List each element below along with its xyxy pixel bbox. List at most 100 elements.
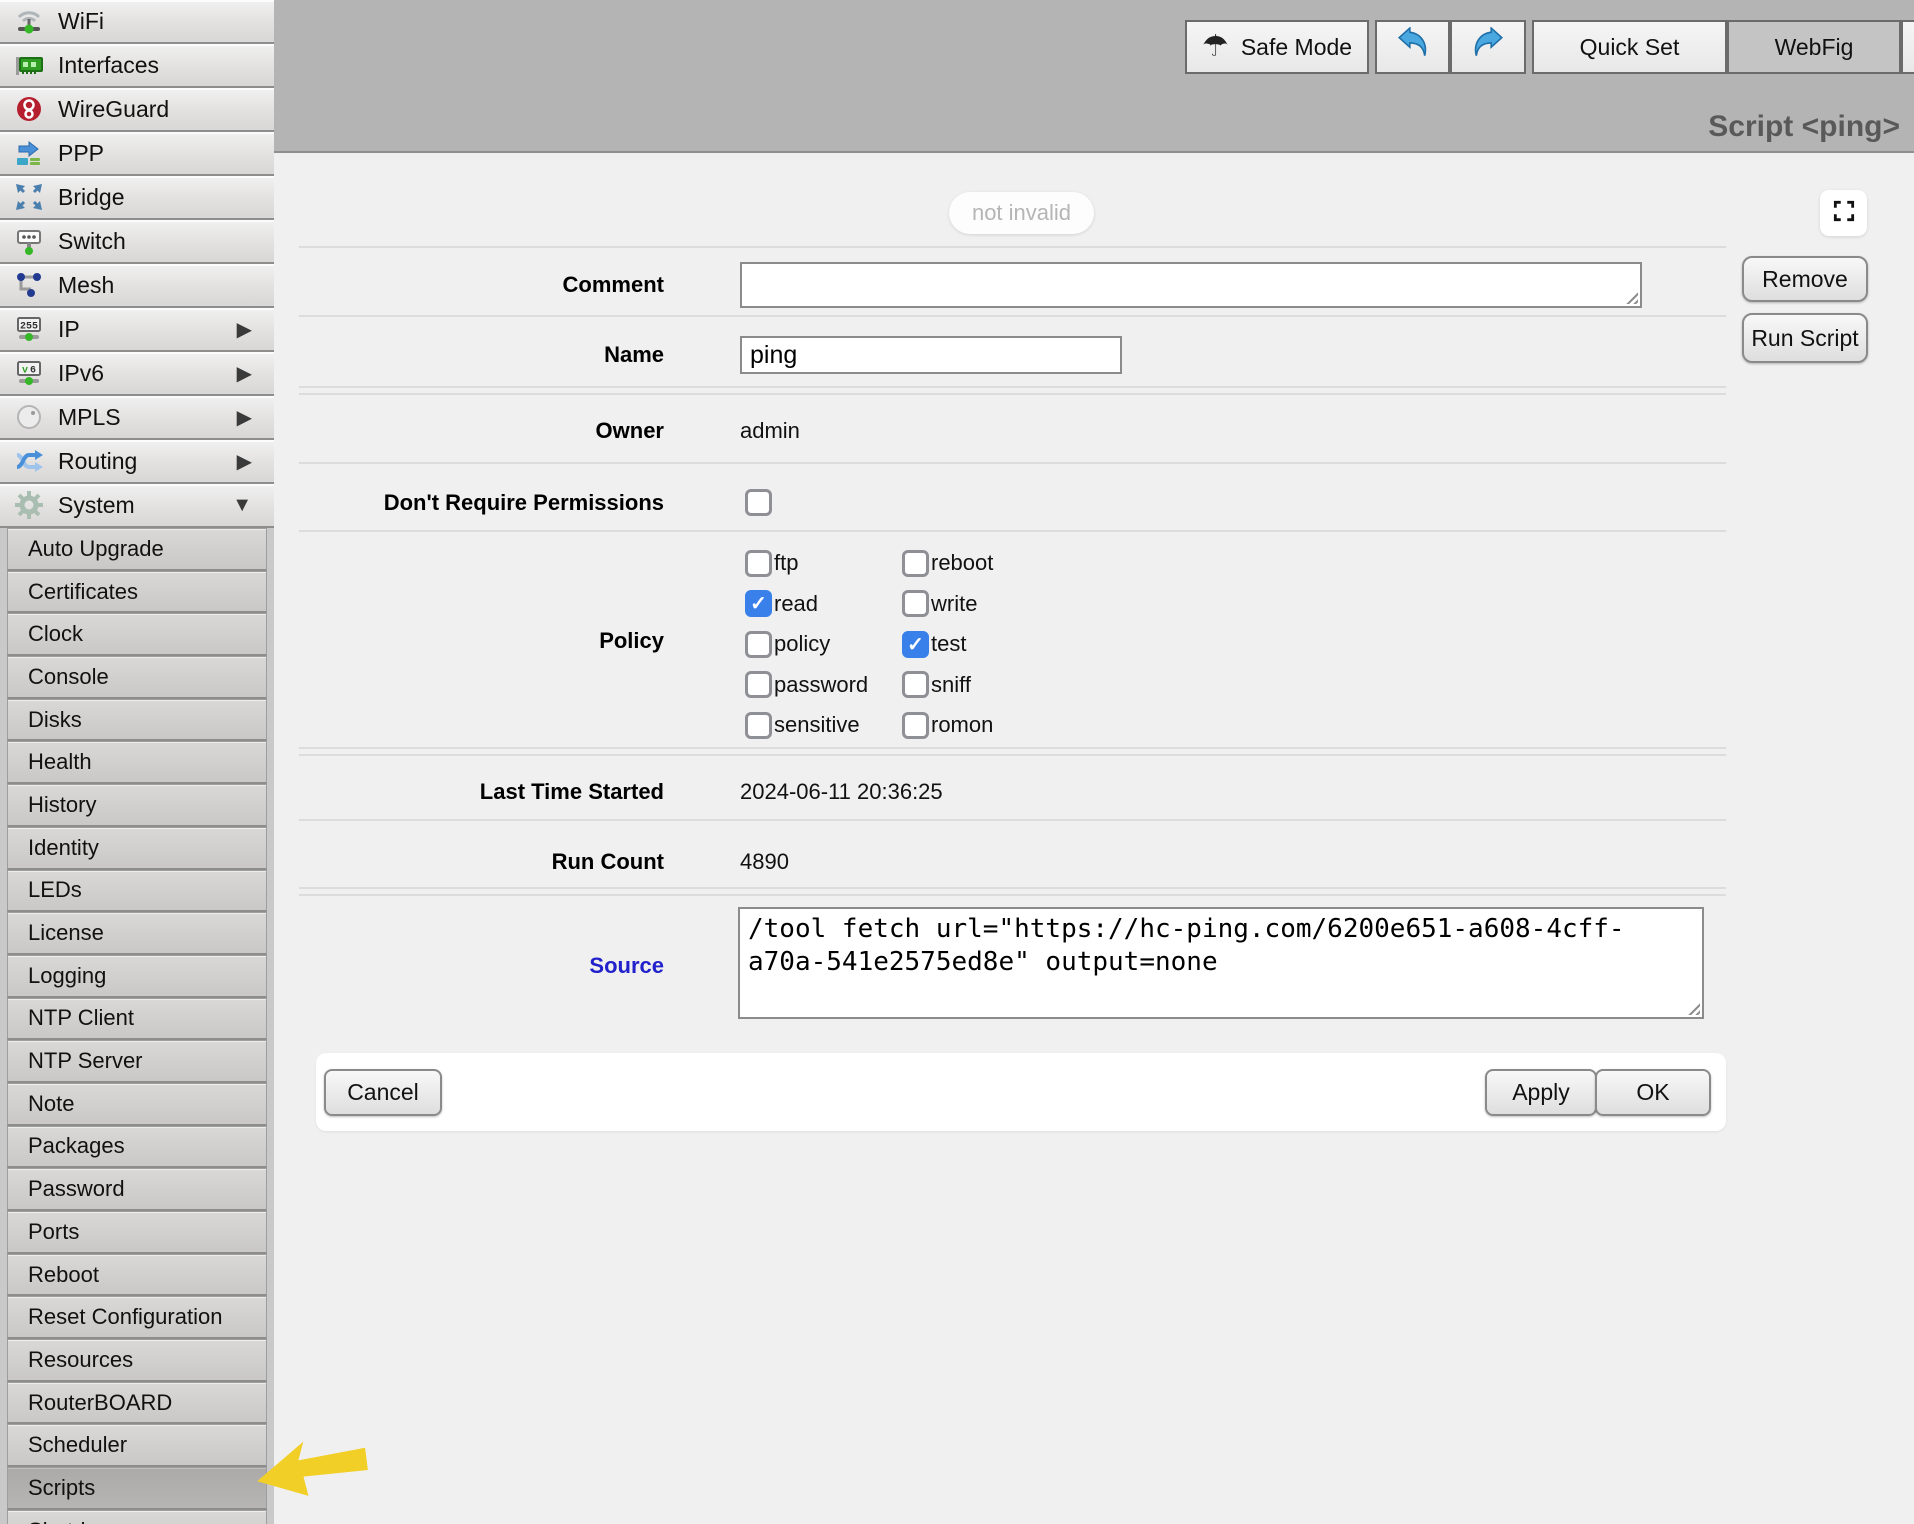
source-label[interactable]: Source [299,953,664,979]
fullscreen-button[interactable] [1820,190,1867,236]
policy-checkbox-romon[interactable] [902,712,929,739]
cancel-button[interactable]: Cancel [324,1069,442,1116]
policy-checkbox-policy[interactable] [745,631,772,658]
policy-option-sniff[interactable]: sniff [902,665,993,706]
sidebar-item-label: Routing [58,448,137,475]
sidebar-subitem-label: Health [28,749,92,775]
sidebar-subitem-label: Reset Configuration [28,1304,222,1330]
name-input[interactable] [740,336,1122,374]
sidebar-subitem-disks[interactable]: Disks [7,699,267,742]
policy-option-reboot[interactable]: reboot [902,543,993,584]
ok-button[interactable]: OK [1595,1069,1711,1116]
sidebar-subitem-label: NTP Client [28,1005,134,1031]
sidebar-subitem-label: Packages [28,1133,125,1159]
sidebar-system-submenu: Auto UpgradeCertificatesClockConsoleDisk… [0,528,274,1524]
sidebar-subitem-certificates[interactable]: Certificates [7,571,267,614]
policy-checkbox-sniff[interactable] [902,671,929,698]
sidebar-subitem-resources[interactable]: Resources [7,1339,267,1382]
policy-option-ftp[interactable]: ftp [745,543,902,584]
sidebar-item-mpls[interactable]: MPLS▶ [0,396,274,440]
run-script-button[interactable]: Run Script [1742,313,1868,363]
sidebar-subitem-logging[interactable]: Logging [7,955,267,998]
status-badge: not invalid [949,192,1094,234]
safe-mode-label: Safe Mode [1241,34,1352,61]
policy-checkbox-read[interactable]: ✓ [745,590,772,617]
policy-option-romon[interactable]: romon [902,705,993,746]
sidebar-subitem-label: LEDs [28,877,82,903]
sidebar-item-wifi[interactable]: WiFi [0,0,274,44]
policy-checkbox-test[interactable]: ✓ [902,631,929,658]
policy-option-test[interactable]: ✓test [902,624,993,665]
policy-option-password[interactable]: password [745,665,902,706]
owner-label: Owner [299,418,664,444]
umbrella-icon: ☂ [1202,32,1229,62]
sidebar-subitem-reset-configuration[interactable]: Reset Configuration [7,1296,267,1339]
dont-require-permissions-checkbox[interactable] [745,489,772,516]
webfig-tab-button[interactable]: WebFig [1727,20,1901,74]
sidebar-subitem-password[interactable]: Password [7,1168,267,1211]
undo-button[interactable] [1375,20,1450,74]
policy-option-policy[interactable]: policy [745,624,902,665]
run-count-label: Run Count [299,849,664,875]
policy-checkbox-write[interactable] [902,590,929,617]
sidebar-subitem-ports[interactable]: Ports [7,1211,267,1254]
sidebar-item-interfaces[interactable]: Interfaces [0,44,274,88]
sidebar-item-label: IP [58,316,80,343]
safe-mode-button[interactable]: ☂ Safe Mode [1185,20,1369,74]
sidebar-subitem-note[interactable]: Note [7,1083,267,1126]
sidebar-subitem-console[interactable]: Console [7,656,267,699]
sidebar-item-label: PPP [58,140,104,167]
sidebar-subitem-ntp-server[interactable]: NTP Server [7,1040,267,1083]
terminal-tab-button[interactable]: Terminal [1901,20,1914,74]
sidebar-item-wireguard[interactable]: WireGuard [0,88,274,132]
sidebar-subitem-scripts[interactable]: Scripts [7,1467,267,1510]
policy-checkbox-reboot[interactable] [902,550,929,577]
sidebar-subitem-reboot[interactable]: Reboot [7,1254,267,1297]
policy-option-write[interactable]: write [902,584,993,625]
sidebar-subitem-routerboard[interactable]: RouterBOARD [7,1382,267,1425]
sidebar-subitem-label: History [28,792,96,818]
policy-option-read[interactable]: ✓read [745,584,902,625]
apply-button[interactable]: Apply [1485,1069,1597,1116]
sidebar-subitem-health[interactable]: Health [7,741,267,784]
sidebar-item-routing[interactable]: Routing▶ [0,440,274,484]
policy-checkbox-sensitive[interactable] [745,712,772,739]
sidebar-item-bridge[interactable]: Bridge [0,176,274,220]
run-count-value: 4890 [740,849,789,875]
policy-option-sensitive[interactable]: sensitive [745,705,902,746]
routing-icon [12,444,46,478]
sidebar-subitem-leds[interactable]: LEDs [7,870,267,913]
redo-button[interactable] [1450,20,1526,74]
undo-arrow-icon [1396,27,1430,67]
policy-checkbox-label: romon [931,712,993,738]
sidebar-top-menu: WiFiInterfacesWireGuard PPP BridgeSwitchMe… [0,0,274,528]
sidebar-item-label: MPLS [58,404,121,431]
policy-grid: ftpreboot✓readwritepolicy✓testpasswordsn… [745,543,993,746]
sidebar-item-system[interactable]: System▼ [0,484,274,528]
sidebar-subitem-packages[interactable]: Packages [7,1126,267,1169]
policy-checkbox-ftp[interactable] [745,550,772,577]
sidebar-item-ppp[interactable]: PPP [0,132,274,176]
sidebar-subitem-shutdown[interactable]: Shutdown [7,1510,267,1524]
sidebar-subitem-license[interactable]: License [7,912,267,955]
separator-double [299,887,1726,896]
top-header-band: ☂ Safe Mode Quick Set WebFig Terminal Sc… [274,0,1914,153]
sidebar-item-ip[interactable]: 255IP▶ [0,308,274,352]
sidebar-subitem-identity[interactable]: Identity [7,827,267,870]
sidebar-subitem-history[interactable]: History [7,784,267,827]
sidebar-subitem-label: Logging [28,963,106,989]
chevron-down-icon: ▼ [232,494,252,517]
remove-button[interactable]: Remove [1742,256,1868,302]
sidebar-subitem-clock[interactable]: Clock [7,613,267,656]
source-input[interactable] [740,909,1702,1017]
sidebar-item-mesh[interactable]: Mesh [0,264,274,308]
separator-double [299,747,1726,756]
comment-input[interactable] [742,264,1640,306]
sidebar-subitem-scheduler[interactable]: Scheduler [7,1424,267,1467]
sidebar-item-ipv6[interactable]: v6IPv6▶ [0,352,274,396]
sidebar-item-switch[interactable]: Switch [0,220,274,264]
sidebar-subitem-ntp-client[interactable]: NTP Client [7,998,267,1041]
quick-set-button[interactable]: Quick Set [1532,20,1727,74]
sidebar-subitem-auto-upgrade[interactable]: Auto Upgrade [7,528,267,571]
policy-checkbox-password[interactable] [745,671,772,698]
